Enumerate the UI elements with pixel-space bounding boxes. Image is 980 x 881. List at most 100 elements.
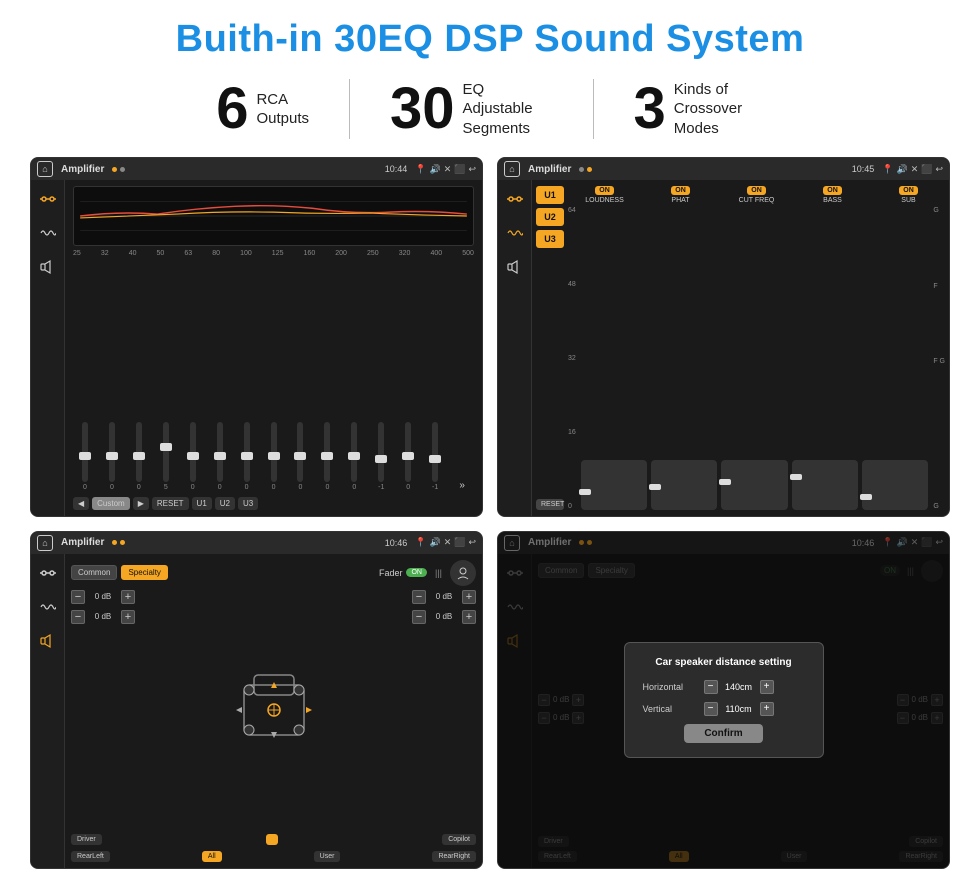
dialog-box: Car speaker distance setting Horizontal … bbox=[624, 642, 824, 758]
crossover-speaker-icon[interactable] bbox=[502, 254, 528, 280]
fader-bottom-2: RearLeft All User RearRight bbox=[71, 851, 476, 862]
fader-main-area: Common Specialty Fader ON ||| bbox=[65, 554, 482, 869]
fader-wave-icon[interactable] bbox=[35, 594, 61, 620]
home-icon-2[interactable]: ⌂ bbox=[504, 161, 520, 177]
eq-side-panel bbox=[31, 180, 65, 516]
vol-plus-tr[interactable]: + bbox=[462, 590, 476, 604]
home-icon[interactable]: ⌂ bbox=[37, 161, 53, 177]
dialog-title: Car speaker distance setting bbox=[643, 657, 805, 668]
slider-11: 0 bbox=[342, 422, 366, 491]
u2-button[interactable]: U2 bbox=[536, 208, 564, 226]
slider-track[interactable] bbox=[432, 422, 438, 482]
ch-bass: ON BASS bbox=[796, 186, 869, 204]
crossover-side-panel bbox=[498, 180, 532, 516]
u3-button[interactable]: U3 bbox=[536, 230, 564, 248]
slider-track[interactable] bbox=[297, 422, 303, 482]
slider-track[interactable] bbox=[163, 422, 169, 482]
screens-grid: ⌂ Amplifier 10:44 📍🔊✕⬛↩ bbox=[30, 157, 950, 869]
home-icon-3[interactable]: ⌂ bbox=[37, 535, 53, 551]
confirm-button[interactable]: Confirm bbox=[684, 724, 762, 743]
screen-crossover: ⌂ Amplifier 10:45 📍🔊✕⬛↩ bbox=[497, 157, 950, 517]
slider-track[interactable] bbox=[378, 422, 384, 482]
eq-icon-btn[interactable] bbox=[35, 186, 61, 212]
ch-toggle-bass[interactable]: ON bbox=[823, 186, 842, 195]
slider-track[interactable] bbox=[82, 422, 88, 482]
vol-minus-tr[interactable]: − bbox=[412, 590, 426, 604]
user-btn[interactable]: User bbox=[314, 851, 341, 862]
status-icons-2: 📍🔊✕⬛↩ bbox=[882, 164, 943, 175]
crossover-reset-btn[interactable]: RESET bbox=[536, 499, 564, 510]
eq-reset-btn[interactable]: RESET bbox=[152, 497, 189, 510]
eq-u2-btn[interactable]: U2 bbox=[215, 497, 235, 510]
copilot-btn[interactable]: Copilot bbox=[442, 834, 476, 845]
fader-eq-icon[interactable] bbox=[35, 560, 61, 586]
all-btn[interactable]: All bbox=[202, 851, 222, 862]
ch-toggle-loudness[interactable]: ON bbox=[595, 186, 614, 195]
vol-plus-br[interactable]: + bbox=[462, 610, 476, 624]
u1-button[interactable]: U1 bbox=[536, 186, 564, 204]
stats-row: 6 RCAOutputs 30 EQ AdjustableSegments 3 … bbox=[30, 79, 950, 139]
ch-toggle-sub[interactable]: ON bbox=[899, 186, 918, 195]
vertical-minus-btn[interactable]: − bbox=[704, 702, 718, 716]
slider-track[interactable] bbox=[271, 422, 277, 482]
vol-minus-br[interactable]: − bbox=[412, 610, 426, 624]
rearright-btn[interactable]: RearRight bbox=[432, 851, 476, 862]
vol-minus-bl[interactable]: − bbox=[71, 610, 85, 624]
ch-toggle-phat[interactable]: ON bbox=[671, 186, 690, 195]
slider-track[interactable] bbox=[405, 422, 411, 482]
slider-2: 0 bbox=[100, 422, 124, 491]
slider-track[interactable] bbox=[109, 422, 115, 482]
eq-prev-btn[interactable]: ◀ bbox=[73, 497, 89, 510]
ch-cutfreq: ON CUT FREQ bbox=[720, 186, 793, 204]
vol-plus-bl[interactable]: + bbox=[121, 610, 135, 624]
eq-u1-btn[interactable]: U1 bbox=[192, 497, 212, 510]
eq-wave-btn[interactable] bbox=[35, 220, 61, 246]
slider-1: 0 bbox=[73, 422, 97, 491]
ch-slider-4[interactable] bbox=[792, 460, 858, 510]
slider-track[interactable] bbox=[324, 422, 330, 482]
slider-track[interactable] bbox=[136, 422, 142, 482]
vol-val-tr: 0 dB bbox=[430, 592, 458, 601]
vol-val-br: 0 dB bbox=[430, 612, 458, 621]
stat-rca: 6 RCAOutputs bbox=[176, 80, 349, 138]
eq-u3-btn[interactable]: U3 bbox=[238, 497, 258, 510]
fader-main-content: − 0 dB + − 0 dB + bbox=[71, 590, 476, 831]
slider-track[interactable] bbox=[190, 422, 196, 482]
crossover-status-bar: ⌂ Amplifier 10:45 📍🔊✕⬛↩ bbox=[498, 158, 949, 180]
slider-track[interactable] bbox=[244, 422, 250, 482]
stat-eq: 30 EQ AdjustableSegments bbox=[350, 80, 593, 139]
freq-labels: 25 32 40 50 63 80 100 125 160 200 250 32… bbox=[73, 250, 474, 257]
screen-fader: ⌂ Amplifier 10:46 📍🔊✕⬛↩ bbox=[30, 531, 483, 870]
dot-indicators-2 bbox=[579, 167, 592, 172]
crossover-eq-icon[interactable] bbox=[502, 186, 528, 212]
specialty-btn[interactable]: Specialty bbox=[121, 565, 167, 580]
fader-speaker-icon[interactable] bbox=[35, 628, 61, 654]
eq-main-area: 25 32 40 50 63 80 100 125 160 200 250 32… bbox=[65, 180, 482, 516]
stat-number-crossover: 3 bbox=[634, 80, 666, 138]
vol-row-tl: − 0 dB + bbox=[71, 590, 135, 604]
eq-speaker-btn[interactable] bbox=[35, 254, 61, 280]
common-btn[interactable]: Common bbox=[71, 565, 117, 580]
vol-plus-tl[interactable]: + bbox=[121, 590, 135, 604]
ch-slider-5[interactable] bbox=[862, 460, 928, 510]
ch-slider-1[interactable] bbox=[581, 460, 647, 510]
vol-minus-tl[interactable]: − bbox=[71, 590, 85, 604]
driver-btn[interactable]: Driver bbox=[71, 834, 102, 845]
eq-play-btn[interactable]: ▶ bbox=[133, 497, 149, 510]
crossover-content: U1 U2 U3 RESET ON LOUDNESS bbox=[498, 180, 949, 516]
vertical-plus-btn[interactable]: + bbox=[760, 702, 774, 716]
crossover-wave-icon[interactable] bbox=[502, 220, 528, 246]
fader-side-panel bbox=[31, 554, 65, 869]
horizontal-plus-btn[interactable]: + bbox=[760, 680, 774, 694]
eq-custom-btn[interactable]: Custom bbox=[92, 497, 130, 510]
rearleft-btn[interactable]: RearLeft bbox=[71, 851, 110, 862]
slider-9: 0 bbox=[289, 422, 313, 491]
slider-track[interactable] bbox=[351, 422, 357, 482]
slider-track[interactable] bbox=[217, 422, 223, 482]
ch-toggle-cutfreq[interactable]: ON bbox=[747, 186, 766, 195]
ch-slider-3[interactable] bbox=[721, 460, 787, 510]
horizontal-minus-btn[interactable]: − bbox=[704, 680, 718, 694]
ch-phat: ON PHAT bbox=[644, 186, 717, 204]
ch-slider-2[interactable] bbox=[651, 460, 717, 510]
fader-toggle[interactable]: ON bbox=[406, 568, 427, 577]
